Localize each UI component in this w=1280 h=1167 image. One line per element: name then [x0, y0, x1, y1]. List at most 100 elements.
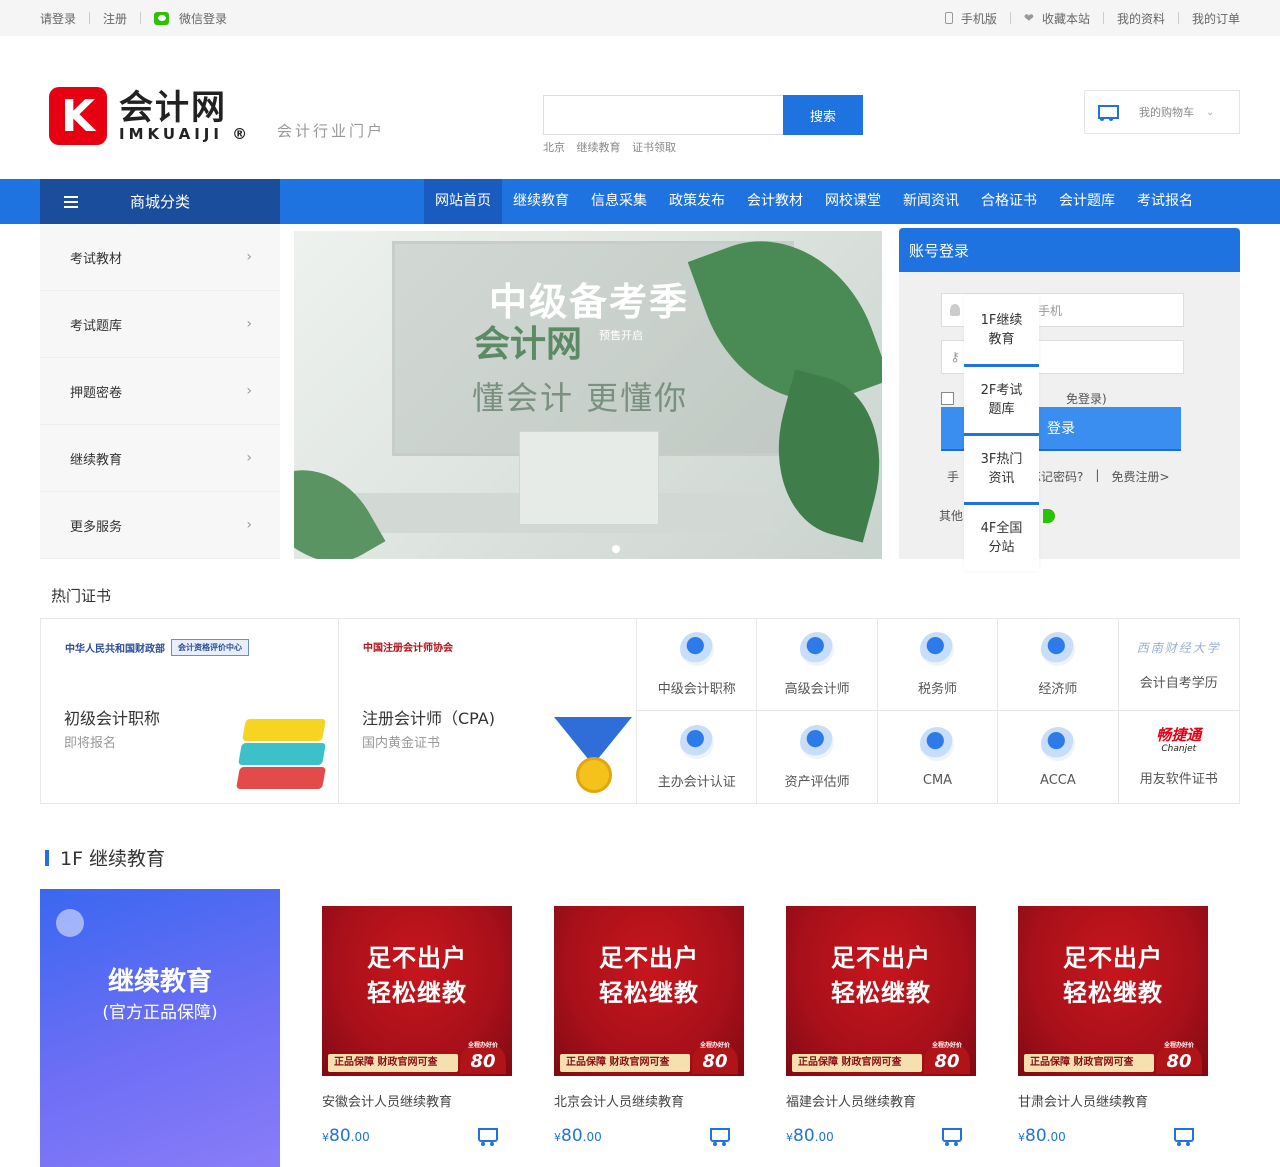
org-badge: 会计资格评价中心 [171, 639, 249, 656]
category-item[interactable]: 更多服务 › [40, 492, 280, 559]
nav-item-home[interactable]: 网站首页 [424, 179, 502, 224]
product-list: 足不出户 轻松继教 正品保障 财政官网可查 全程办好价 80 安徽会计人员继续教育… [322, 889, 1208, 1167]
nav-item-online-class[interactable]: 网校课堂 [814, 179, 892, 224]
floor-nav-item[interactable]: 2F考试题库 [964, 364, 1039, 433]
cert-icon [1040, 726, 1075, 761]
register-link[interactable]: 注册 [103, 10, 127, 27]
add-to-cart-icon[interactable] [1172, 1126, 1194, 1146]
search-button[interactable]: 搜索 [783, 95, 863, 135]
nav-item-continuing-education[interactable]: 继续教育 [502, 179, 580, 224]
nav-item-info-collection[interactable]: 信息采集 [580, 179, 658, 224]
hot-keyword[interactable]: 证书领取 [632, 141, 676, 154]
profile-link[interactable]: 我的资料 [1117, 10, 1165, 27]
category-item[interactable]: 继续教育 › [40, 425, 280, 492]
medal-icon [554, 717, 632, 797]
product-image[interactable]: 足不出户 轻松继教 正品保障 财政官网可查 全程办好价 80 [1018, 906, 1208, 1076]
product-name[interactable]: 北京会计人员继续教育 [554, 1091, 744, 1110]
cert-icon [679, 632, 714, 666]
cert-icon [920, 632, 955, 666]
chevron-right-icon: › [246, 450, 252, 466]
cert-card[interactable]: 中华人民共和国财政部 会计资格评价中心 初级会计职称 即将报名 [41, 619, 339, 803]
cert-cell[interactable]: ACCA [998, 711, 1119, 803]
wechat-icon[interactable] [1043, 508, 1056, 523]
price-dec: .00 [814, 1130, 834, 1144]
remember-checkbox[interactable] [941, 392, 954, 405]
cert-card[interactable]: 中国注册会计师协会 注册会计师（CPA) 国内黄金证书 [339, 619, 637, 803]
category-item-label: 更多服务 [70, 519, 123, 535]
product-image-text: 轻松继教 [367, 979, 467, 1007]
favorite-link[interactable]: ❤ 收藏本站 [1024, 10, 1090, 27]
banner-slogan: 懂会计 更懂你 [472, 379, 689, 417]
product-image[interactable]: 足不出户 轻松继教 正品保障 财政官网可查 全程办好价 80 [786, 906, 976, 1076]
nav-list: 网站首页 继续教育 信息采集 政策发布 会计教材 网校课堂 新闻资讯 合格证书 … [424, 179, 1204, 224]
nav-item-question-bank[interactable]: 会计题库 [1048, 179, 1126, 224]
hot-keyword[interactable]: 北京 [543, 141, 565, 154]
nav-item-certificates[interactable]: 合格证书 [970, 179, 1048, 224]
product-image-stripe: 正品保障 财政官网可查 [792, 1054, 922, 1072]
product-image-stripe: 正品保障 财政官网可查 [1024, 1054, 1154, 1072]
hot-keyword[interactable]: 继续教育 [577, 141, 621, 154]
cert-cell[interactable]: 高级会计师 [757, 619, 878, 711]
cert-cell[interactable]: 中级会计职称 [637, 619, 758, 711]
product-image-text: 轻松继教 [599, 979, 699, 1007]
product-image[interactable]: 足不出户 轻松继教 正品保障 财政官网可查 全程办好价 80 [554, 906, 744, 1076]
product-name[interactable]: 安徽会计人员继续教育 [322, 1091, 512, 1110]
nav-item-exam-registration[interactable]: 考试报名 [1126, 179, 1204, 224]
floor-nav-item[interactable]: 4F全国分站 [964, 502, 1039, 571]
price-int: 80 [1025, 1126, 1047, 1146]
product-card[interactable]: 足不出户 轻松继教 正品保障 财政官网可查 全程办好价 80 安徽会计人员继续教育… [322, 889, 512, 1167]
banner-brand: 会计网 [474, 324, 583, 365]
category-item[interactable]: 考试题库 › [40, 291, 280, 358]
product-image[interactable]: 足不出户 轻松继教 正品保障 财政官网可查 全程办好价 80 [322, 906, 512, 1076]
hero-banner[interactable]: 中级备考季 会计网 预售开启 懂会计 更懂你 [294, 231, 882, 559]
cert-cell[interactable]: 经济师 [998, 619, 1119, 711]
free-register-link[interactable]: 免费注册> [1111, 468, 1169, 485]
logo-mark: K [49, 87, 107, 145]
product-image-text: 轻松继教 [1063, 979, 1163, 1007]
floor-banner[interactable]: 继续教育 (官方正品保障) [40, 889, 280, 1167]
cert-cell-label: 经济师 [1038, 682, 1078, 697]
product-card[interactable]: 足不出户 轻松继教 正品保障 财政官网可查 全程办好价 80 北京会计人员继续教育… [554, 889, 744, 1167]
site-logo[interactable]: K 会计网 IMKUAIJI ® [49, 87, 251, 145]
cert-cell[interactable]: 资产评估师 [757, 711, 878, 803]
search-box: 搜索 [543, 95, 863, 135]
orders-link[interactable]: 我的订单 [1192, 10, 1240, 27]
cert-cell[interactable]: 畅捷通 Chanjet 用友软件证书 [1119, 711, 1239, 803]
category-toggle[interactable]: 商城分类 [40, 179, 280, 224]
nav-item-textbooks[interactable]: 会计教材 [736, 179, 814, 224]
category-item[interactable]: 考试教材 › [40, 224, 280, 291]
cert-cell[interactable]: 主办会计认证 [637, 711, 758, 803]
mobile-link[interactable]: 手机版 [944, 10, 997, 27]
add-to-cart-icon[interactable] [708, 1126, 730, 1146]
category-item[interactable]: 押题密卷 › [40, 358, 280, 425]
cert-cell[interactable]: 西南财经大学 会计自考学历 [1118, 619, 1239, 711]
cert-cell[interactable]: CMA [878, 711, 999, 803]
nav-item-policy[interactable]: 政策发布 [658, 179, 736, 224]
price-currency: ¥ [322, 1131, 329, 1144]
wechat-login-link[interactable]: 微信登录 [154, 10, 227, 27]
search-input[interactable] [543, 95, 783, 135]
floor-nav-item[interactable]: 1F继续教育 [964, 295, 1039, 364]
phone-login-link[interactable]: 手 [947, 468, 959, 485]
carousel-dot[interactable] [612, 545, 620, 553]
cert-cell-label: 中级会计职称 [657, 682, 736, 697]
main-nav: 商城分类 网站首页 继续教育 信息采集 政策发布 会计教材 网校课堂 新闻资讯 … [0, 179, 1280, 224]
cert-icon [679, 724, 714, 759]
product-card[interactable]: 足不出户 轻松继教 正品保障 财政官网可查 全程办好价 80 甘肃会计人员继续教育… [1018, 889, 1208, 1167]
product-card[interactable]: 足不出户 轻松继教 正品保障 财政官网可查 全程办好价 80 福建会计人员继续教育… [786, 889, 976, 1167]
nav-item-news[interactable]: 新闻资讯 [892, 179, 970, 224]
add-to-cart-icon[interactable] [476, 1126, 498, 1146]
floor-nav-item[interactable]: 3F热门资讯 [964, 433, 1039, 502]
login-link[interactable]: 请登录 [40, 10, 76, 27]
badge-price: 80 [1166, 1051, 1192, 1072]
add-to-cart-icon[interactable] [940, 1126, 962, 1146]
category-item-label: 考试题库 [70, 318, 123, 334]
product-name[interactable]: 甘肃会计人员继续教育 [1018, 1091, 1208, 1110]
product-name[interactable]: 福建会计人员继续教育 [786, 1091, 976, 1110]
cert-cell[interactable]: 税务师 [877, 619, 999, 711]
cert-cell-label: 主办会计认证 [657, 774, 736, 790]
cart-button[interactable]: 我的购物车 ⌄ [1084, 90, 1240, 134]
badge-price: 80 [702, 1051, 728, 1072]
product-image-stripe: 正品保障 财政官网可查 [328, 1054, 458, 1072]
price-dec: .00 [350, 1130, 370, 1144]
